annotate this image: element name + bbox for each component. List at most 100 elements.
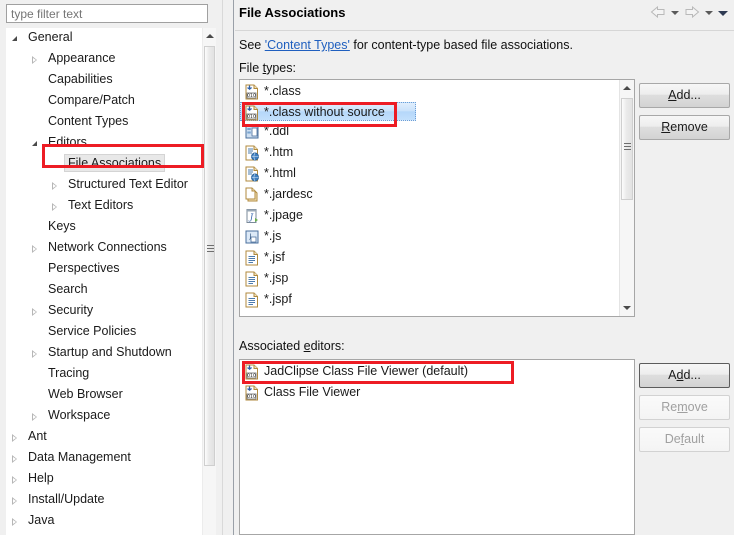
list-item[interactable]: 010 *.class without source [240,102,416,121]
tree-item-label: Text Editors [68,198,134,212]
tree-collapsed-arrow-icon[interactable] [32,350,37,358]
tree-collapsed-arrow-icon[interactable] [52,203,57,211]
remove-file-type-button[interactable]: Remove [639,115,730,140]
content-types-link[interactable]: 'Content Types' [265,38,350,52]
pane-divider[interactable] [222,0,234,535]
tree-item-workspace[interactable]: Workspace [6,406,202,427]
tree-item-general[interactable]: General [6,28,202,49]
file-types-list-items: 010 *.class 010 *.class without source *.ddl… [240,81,618,310]
tree-item-data-management[interactable]: Data Management [6,448,202,469]
forward-history-chevron-down-icon[interactable] [703,6,715,20]
file-types-list[interactable]: 010 *.class 010 *.class without source *.ddl… [239,79,635,317]
list-item[interactable]: 010 *.class [240,81,618,102]
tree-scrollbar-thumb[interactable] [204,46,215,466]
tree-item-ant[interactable]: Ant [6,427,202,448]
associated-editors-list[interactable]: 010 JadClipse Class File Viewer (default)… [239,359,635,535]
tree-vertical-scrollbar[interactable] [202,28,216,535]
tree-collapsed-arrow-icon[interactable] [32,413,37,421]
list-item[interactable]: *.ddl [240,121,618,142]
tree-item-help[interactable]: Help [6,469,202,490]
tree-collapsed-arrow-icon[interactable] [12,434,17,442]
jsp-file-icon [244,292,260,308]
arrow-left-icon[interactable] [649,5,667,21]
tree-item-startup-and-shutdown[interactable]: Startup and Shutdown [6,343,202,364]
tree-collapsed-arrow-icon[interactable] [32,308,37,316]
scroll-down-icon[interactable] [620,300,633,316]
tree-item-web-browser[interactable]: Web Browser [6,385,202,406]
list-item[interactable]: J *.jpage [240,205,618,226]
tree-item-search[interactable]: Search [6,280,202,301]
jardesc-file-icon [244,187,260,203]
scroll-up-icon[interactable] [620,80,633,96]
tree-item-content-types[interactable]: Content Types [6,112,202,133]
tree-collapsed-arrow-icon[interactable] [32,245,37,253]
tree-item-file-associations[interactable]: File Associations [6,154,202,175]
default-editor-button[interactable]: Default [639,427,730,452]
tree-collapsed-arrow-icon[interactable] [52,182,57,190]
list-item[interactable]: *.jsp [240,268,618,289]
tree-item-label: Web Browser [48,387,123,401]
arrow-right-icon[interactable] [683,5,701,21]
tree-collapsed-arrow-icon[interactable] [12,497,17,505]
svg-text:010: 010 [247,394,256,400]
preferences-tree[interactable]: General Appearance Capabilities Compare/Pat… [6,28,216,535]
list-item[interactable]: 010 Class File Viewer [240,382,632,403]
tree-collapsed-arrow-icon[interactable] [12,518,17,526]
list-item[interactable]: *.html [240,163,618,184]
tree-item-network-connections[interactable]: Network Connections [6,238,202,259]
tree-item-label: Keys [48,219,76,233]
tree-item-label: Search [48,282,88,296]
tree-collapsed-arrow-icon[interactable] [12,476,17,484]
ddl-file-icon [244,124,260,140]
file-types-vertical-scrollbar[interactable] [619,80,634,316]
tree-item-java[interactable]: Java [6,511,202,532]
tree-item-perspectives[interactable]: Perspectives [6,259,202,280]
list-item[interactable]: *.jsf [240,247,618,268]
tree-expanded-arrow-icon[interactable] [12,36,17,41]
list-item-label: *.htm [264,145,294,160]
assoc-editors-label-post: ditors: [310,339,345,353]
list-item-label: *.jpage [264,208,303,223]
view-menu-chevron-down-icon[interactable] [717,6,729,20]
svg-text:010: 010 [247,373,256,379]
list-item[interactable]: *.jspf [240,289,618,310]
eclipse-preferences-dialog: General Appearance Capabilities Compare/Pat… [0,0,734,535]
tree-item-label: Tracing [48,366,90,380]
scrollbar-grip-icon [624,143,631,150]
tree-item-label: Network Connections [48,240,167,254]
tree-item-appearance[interactable]: Appearance [6,49,202,70]
tree-item-capabilities[interactable]: Capabilities [6,70,202,91]
tree-item-keys[interactable]: Keys [6,217,202,238]
file-types-scrollbar-thumb[interactable] [621,98,633,200]
tree-item-label: General [28,30,73,44]
file-types-label-pre: File [239,61,263,75]
add-editor-button[interactable]: Add... [639,363,730,388]
tree-item-tracing[interactable]: Tracing [6,364,202,385]
list-item[interactable]: *.htm [240,142,618,163]
tree-item-editors[interactable]: Editors [6,133,202,154]
tree-item-compare-patch[interactable]: Compare/Patch [6,91,202,112]
tree-collapsed-arrow-icon[interactable] [12,455,17,463]
remove-editor-button[interactable]: Remove [639,395,730,420]
html-file-icon [244,145,260,161]
js-file-icon: J [244,229,260,245]
tree-item-label: Help [28,471,54,485]
list-item[interactable]: 010 JadClipse Class File Viewer (default) [240,361,632,382]
tree-expanded-arrow-icon[interactable] [32,141,37,146]
tree-item-service-policies[interactable]: Service Policies [6,322,202,343]
tree-item-install-update[interactable]: Install/Update [6,490,202,511]
filter-input[interactable] [6,4,208,23]
back-history-chevron-down-icon[interactable] [669,6,681,20]
list-item[interactable]: *.jardesc [240,184,618,205]
tree-item-label: Startup and Shutdown [48,345,172,359]
tree-item-text-editors[interactable]: Text Editors [6,196,202,217]
class-file-icon: 010 [244,385,260,401]
list-item[interactable]: J *.js [240,226,618,247]
tree-item-label: Service Policies [48,324,137,338]
tree-item-security[interactable]: Security [6,301,202,322]
add-file-type-button[interactable]: Add... [639,83,730,108]
scroll-up-icon[interactable] [203,28,216,44]
tree-item-structured-text-editor[interactable]: Structured Text Editor [6,175,202,196]
intro-text: See 'Content Types' for content-type bas… [239,38,573,52]
tree-collapsed-arrow-icon[interactable] [32,56,37,64]
